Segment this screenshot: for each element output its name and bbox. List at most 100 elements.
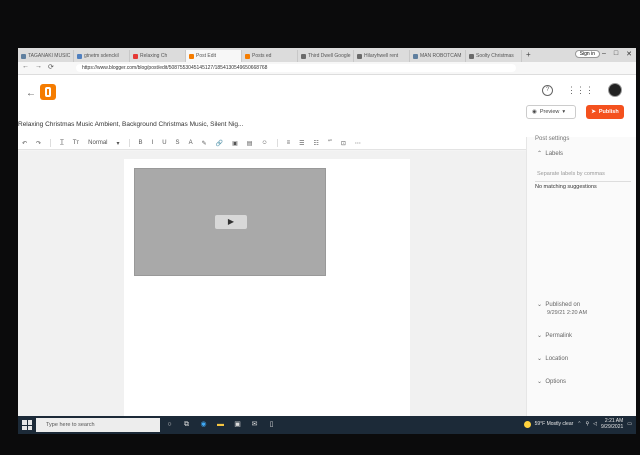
toolbar-button[interactable]: B bbox=[139, 140, 143, 146]
preview-button[interactable]: ◉ Preview ▾ bbox=[526, 105, 576, 119]
location-toggle[interactable]: ⌄ Location bbox=[537, 355, 568, 362]
browser-tab[interactable]: Post Edit bbox=[186, 50, 242, 62]
browser-tab[interactable]: MAN ROBOTCAM bbox=[410, 50, 466, 62]
new-tab-button[interactable]: + bbox=[522, 48, 535, 62]
tab-favicon-icon bbox=[77, 53, 82, 59]
toolbar-button[interactable]: ⋯ bbox=[355, 140, 361, 147]
apps-grid-icon[interactable]: ⋮⋮⋮ bbox=[567, 85, 594, 96]
toolbar-button[interactable]: Normal bbox=[88, 140, 107, 146]
toolbar-button[interactable]: ▾ bbox=[117, 140, 120, 147]
browser-tab[interactable]: Third Dwell Google bbox=[298, 50, 354, 62]
maximize-button[interactable]: □ bbox=[614, 50, 618, 58]
browser-window: TAGANAKI MUSIC gtnetm sdenckil Relaxing Ch… bbox=[18, 48, 636, 434]
browser-tab[interactable]: Posts ed bbox=[242, 50, 298, 62]
tab-label: TAGANAKI MUSIC bbox=[28, 53, 71, 59]
browser-tab[interactable]: Soolty Christmas bbox=[466, 50, 522, 62]
toolbar-button[interactable]: ≡ bbox=[287, 140, 291, 146]
title-row: Relaxing Christmas Music Ambient, Backgr… bbox=[18, 105, 636, 137]
tab-label: Relaxing Ch bbox=[140, 53, 168, 59]
address-bar-row: ← → ⟳ https://www.blogger.com/blog/post/… bbox=[18, 62, 636, 75]
toolbar-button[interactable]: T̲ bbox=[60, 140, 64, 146]
embedded-video[interactable]: ▶ bbox=[134, 168, 326, 276]
toolbar-button[interactable]: ✎ bbox=[202, 140, 207, 147]
post-settings-panel: Post settings ⌃ Labels Separate labels b… bbox=[526, 136, 636, 434]
toolbar-button[interactable]: U bbox=[162, 140, 166, 146]
tab-favicon-icon bbox=[301, 53, 306, 59]
no-match-text: No matching suggestions bbox=[535, 181, 631, 190]
windows-start-icon[interactable] bbox=[22, 420, 32, 430]
store-icon[interactable]: ▣ bbox=[232, 419, 243, 430]
chevron-down-icon[interactable]: ▾ bbox=[562, 109, 565, 115]
toolbar-divider bbox=[50, 139, 52, 147]
toolbar-button[interactable]: ☷ bbox=[313, 140, 318, 147]
toolbar-button[interactable]: ⊡ bbox=[341, 140, 346, 147]
toolbar-button[interactable]: ↶ bbox=[22, 140, 27, 147]
published-toggle[interactable]: ⌄ Published on bbox=[537, 301, 580, 308]
toolbar-divider bbox=[276, 139, 278, 147]
toolbar-button[interactable]: S bbox=[176, 140, 180, 146]
permalink-toggle[interactable]: ⌄ Permalink bbox=[537, 332, 572, 339]
toolbar-button[interactable]: Tт bbox=[73, 140, 79, 146]
taskbar-search-input[interactable]: Type here to search bbox=[36, 418, 160, 432]
clock[interactable]: 2:21 AM 9/29/2021 bbox=[601, 418, 623, 430]
close-window-button[interactable]: ✕ bbox=[626, 50, 632, 58]
volume-icon[interactable]: ◁ bbox=[593, 421, 597, 427]
permalink-heading: Permalink bbox=[545, 333, 573, 339]
toolbar-button[interactable]: I bbox=[152, 140, 154, 146]
location-heading: Location bbox=[545, 356, 569, 362]
chevron-down-icon: ⌄ bbox=[537, 356, 543, 362]
minimize-button[interactable]: – bbox=[602, 50, 606, 58]
task-view-icon[interactable]: ⧉ bbox=[181, 419, 192, 430]
cortana-icon[interactable]: ○ bbox=[164, 419, 175, 430]
mail-icon[interactable]: ✉ bbox=[249, 419, 260, 430]
avatar[interactable] bbox=[608, 83, 622, 97]
browser-tab[interactable]: Relaxing Ch bbox=[130, 50, 186, 62]
notification-icon[interactable]: ▭ bbox=[627, 421, 632, 427]
blogger-logo[interactable] bbox=[40, 84, 56, 100]
send-icon: ➤ bbox=[591, 109, 596, 115]
chevron-down-icon: ⌄ bbox=[537, 302, 543, 308]
toolbar-button[interactable]: ☰ bbox=[299, 140, 304, 147]
back-icon[interactable]: ← bbox=[22, 63, 29, 71]
editor-area[interactable]: ▶ bbox=[18, 151, 526, 434]
toolbar-divider bbox=[128, 139, 130, 147]
options-toggle[interactable]: ⌄ Options bbox=[537, 378, 566, 385]
forward-icon[interactable]: → bbox=[35, 63, 42, 71]
labels-section-toggle[interactable]: ⌃ Labels bbox=[537, 150, 563, 157]
tab-label: gtnetm sdenckil bbox=[84, 53, 119, 59]
published-date: 9/29/21 2:20 AM bbox=[547, 310, 588, 316]
toolbar-button[interactable]: A bbox=[189, 140, 193, 146]
browser-tab[interactable]: TAGANAKI MUSIC bbox=[18, 50, 74, 62]
browser-tab[interactable]: gtnetm sdenckil bbox=[74, 50, 130, 62]
url-input[interactable]: https://www.blogger.com/blog/post/edit/5… bbox=[76, 64, 516, 72]
post-title-input[interactable]: Relaxing Christmas Music Ambient, Backgr… bbox=[18, 121, 243, 128]
publish-label: Publish bbox=[598, 109, 619, 115]
back-arrow-icon[interactable]: ← bbox=[26, 88, 36, 99]
options-heading: Options bbox=[545, 379, 567, 385]
tab-label: Post Edit bbox=[196, 53, 217, 59]
toolbar-button[interactable]: ☺ bbox=[261, 140, 267, 146]
document-icon[interactable]: ▯ bbox=[266, 419, 277, 430]
chevron-down-icon: ⌄ bbox=[537, 333, 543, 339]
post-settings-title: Post settings bbox=[535, 136, 570, 142]
toolbar-button[interactable]: “” bbox=[328, 140, 332, 146]
weather-text[interactable]: 59°F Mostly clear bbox=[535, 421, 574, 427]
edge-icon[interactable]: ◉ bbox=[198, 419, 209, 430]
play-icon[interactable]: ▶ bbox=[215, 215, 247, 229]
chevron-up-icon[interactable]: ⌃ bbox=[577, 421, 581, 427]
reload-icon[interactable]: ⟳ bbox=[48, 63, 54, 71]
publish-button[interactable]: ➤ Publish bbox=[586, 105, 624, 119]
toolbar-button[interactable]: ▣ bbox=[232, 140, 238, 147]
network-icon[interactable]: ⚲ bbox=[585, 421, 589, 427]
toolbar-button[interactable]: ▤ bbox=[247, 140, 253, 147]
labels-input[interactable]: Separate labels by commas bbox=[537, 171, 605, 177]
help-icon[interactable]: ? bbox=[542, 84, 553, 96]
sign-in-button[interactable]: Sign in bbox=[574, 50, 600, 58]
tab-strip: TAGANAKI MUSIC gtnetm sdenckil Relaxing Ch… bbox=[18, 48, 636, 62]
file-explorer-icon[interactable]: ▬ bbox=[215, 419, 226, 430]
tab-label: Posts ed bbox=[252, 53, 272, 59]
toolbar-button[interactable]: 🔗 bbox=[216, 140, 223, 147]
toolbar-button[interactable]: ↷ bbox=[36, 140, 41, 147]
browser-tab[interactable]: Hilaryhwell rent bbox=[354, 50, 410, 62]
tab-favicon-icon bbox=[413, 53, 418, 59]
